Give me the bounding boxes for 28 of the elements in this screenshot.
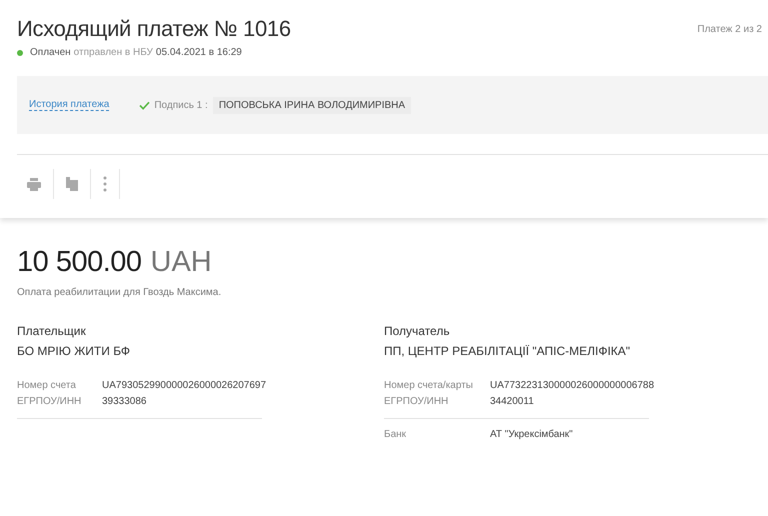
payment-amount: 10 500.00	[17, 246, 142, 279]
status-date: 05.04.2021 в 16:29	[156, 47, 242, 58]
field-label: Банк	[384, 428, 408, 442]
field-value: UA773223130000026000000006788	[490, 379, 654, 393]
currency: UAH	[150, 246, 212, 279]
more-icon[interactable]	[103, 176, 107, 192]
field-value: 39333086	[102, 395, 146, 409]
status-text: отправлен в НБУ	[74, 47, 153, 58]
field-label: Номер счета/карты	[384, 379, 474, 393]
history-link[interactable]: История платежа	[29, 99, 110, 111]
field-label: Номер счета	[17, 379, 77, 393]
party-name: БО МРІЮ ЖИТИ БФ	[17, 344, 132, 358]
party-heading: Получатель	[384, 324, 451, 338]
status-label: Оплачен	[30, 47, 71, 58]
field-label: ЕГРПОУ/ИНН	[17, 395, 82, 409]
field-value: АТ "Укрексімбанк"	[490, 428, 573, 442]
payment-purpose: Оплата реабилитации для Гвоздь Максима.	[17, 287, 222, 298]
copy-icon[interactable]	[66, 177, 78, 191]
field-value: 34420011	[490, 395, 534, 409]
party-name: ПП, ЦЕНТР РЕАБІЛІТАЦІЇ "АПІС-МЕЛІФІКА"	[384, 344, 632, 358]
page-title: Исходящий платеж № 1016	[17, 16, 291, 42]
field-value: UA793052990000026000026207697	[102, 379, 266, 393]
field-label: ЕГРПОУ/ИНН	[384, 395, 450, 409]
payment-counter: Платеж 2 из 2	[697, 24, 762, 37]
signature-label: Подпись 1 :	[154, 100, 208, 110]
party-heading: Плательщик	[17, 324, 87, 338]
signer-name: ПОПОВСЬКА ІРИНА ВОЛОДИМИРІВНА	[212, 96, 412, 114]
print-icon[interactable]	[27, 178, 41, 190]
